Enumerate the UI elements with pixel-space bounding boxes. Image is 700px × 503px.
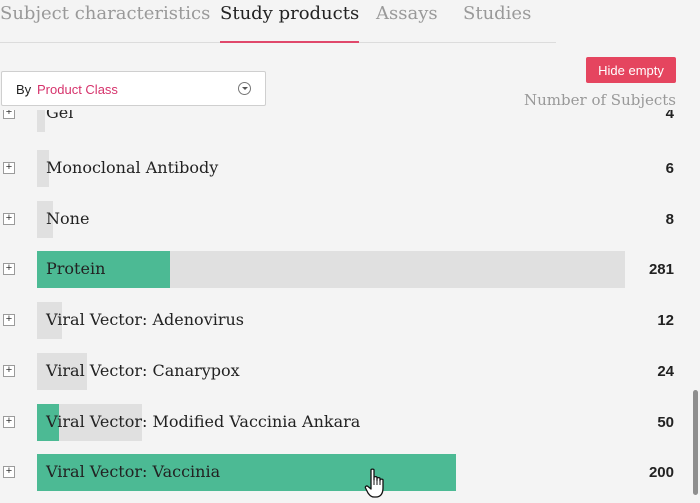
list-item[interactable]: + Viral Vector: Modified Vaccinia Ankara… (0, 404, 700, 441)
scrollbar-thumb[interactable] (693, 390, 698, 495)
tab-assays[interactable]: Assays (376, 3, 438, 24)
tab-subject-characteristics[interactable]: Subject characteristics (0, 3, 210, 24)
expand-icon[interactable]: + (3, 110, 15, 119)
row-label: Viral Vector: Canarypox (46, 361, 240, 380)
expand-icon[interactable]: + (3, 365, 15, 377)
row-count: 24 (657, 363, 674, 380)
dropdown-prefix: By (16, 82, 32, 97)
expand-icon[interactable]: + (3, 162, 15, 174)
list-item[interactable]: + None 8 (0, 201, 700, 238)
expand-icon[interactable]: + (3, 314, 15, 326)
hand-pointer-icon (364, 468, 384, 498)
list-item[interactable]: + Viral Vector: Vaccinia 200 (0, 454, 700, 491)
expand-icon[interactable]: + (3, 416, 15, 428)
row-count: 4 (665, 110, 674, 122)
expand-icon[interactable]: + (3, 466, 15, 478)
row-label: None (46, 209, 90, 228)
list-item[interactable]: + Viral Vector: Canarypox 24 (0, 353, 700, 390)
bar-track (37, 110, 45, 132)
row-count: 281 (648, 261, 674, 278)
list-item[interactable]: + Monoclonal Antibody 6 (0, 150, 700, 187)
chevron-down-icon (238, 82, 251, 95)
hide-empty-button[interactable]: Hide empty (586, 57, 676, 83)
tab-study-products[interactable]: Study products (220, 3, 360, 43)
expand-icon[interactable]: + (3, 263, 15, 275)
dropdown-value: Product Class (37, 82, 118, 97)
row-label: Viral Vector: Modified Vaccinia Ankara (46, 412, 361, 431)
row-count: 50 (657, 414, 674, 431)
row-label: Gel (46, 110, 74, 122)
group-by-dropdown[interactable]: By Product Class (1, 71, 266, 106)
row-count: 8 (665, 211, 674, 228)
list-item[interactable]: + Gel 4 (0, 110, 700, 132)
row-label: Viral Vector: Vaccinia (46, 462, 221, 481)
row-count: 6 (665, 160, 674, 177)
tab-studies[interactable]: Studies (463, 3, 531, 24)
row-label: Protein (46, 259, 106, 278)
row-label: Monoclonal Antibody (46, 158, 219, 177)
product-class-list: + Gel 4 + Monoclonal Antibody 6 + None 8… (0, 110, 700, 503)
column-header-number-of-subjects: Number of Subjects (524, 91, 676, 109)
row-count: 200 (648, 464, 674, 481)
list-item[interactable]: + Viral Vector: Adenovirus 12 (0, 302, 700, 339)
list-item[interactable]: + Protein 281 (0, 251, 700, 288)
row-label: Viral Vector: Adenovirus (46, 310, 245, 329)
expand-icon[interactable]: + (3, 213, 15, 225)
tab-bar: Subject characteristics Study products A… (0, 0, 556, 43)
row-count: 12 (657, 312, 674, 329)
